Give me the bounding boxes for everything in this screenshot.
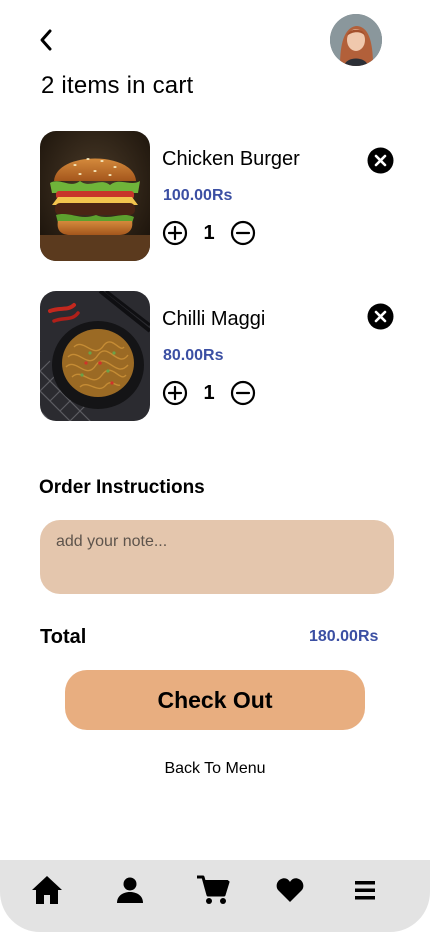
total-label: Total	[40, 626, 87, 648]
plus-circle-icon	[162, 220, 188, 246]
order-instructions-label: Order Instructions	[39, 477, 205, 498]
bottom-nav	[0, 860, 430, 932]
minus-circle-icon	[230, 380, 256, 406]
nav-cart[interactable]	[195, 872, 231, 908]
decrease-button[interactable]	[230, 380, 256, 406]
decrease-button[interactable]	[230, 220, 256, 246]
item-price: 80.00Rs	[163, 347, 224, 364]
menu-icon	[355, 881, 375, 900]
noodles-image	[40, 291, 150, 421]
checkout-button[interactable]: Check Out	[65, 670, 365, 730]
quantity-value: 1	[203, 381, 215, 404]
back-to-menu-link[interactable]: Back To Menu	[0, 760, 430, 778]
avatar[interactable]	[330, 14, 382, 66]
chevron-left-icon	[40, 29, 52, 51]
close-circle-icon	[367, 303, 394, 330]
quantity-value: 1	[203, 221, 215, 244]
cart-item: Chilli Maggi 80.00Rs 1	[40, 291, 400, 421]
order-note-input[interactable]	[40, 520, 394, 594]
remove-item-button[interactable]	[367, 147, 394, 174]
item-name: Chilli Maggi	[162, 308, 266, 330]
profile-icon	[117, 877, 143, 903]
cart-item: Chicken Burger 100.00Rs 1	[40, 131, 400, 261]
nav-home[interactable]	[29, 872, 65, 908]
user-avatar	[330, 14, 382, 66]
nav-profile[interactable]	[112, 872, 148, 908]
back-button[interactable]	[32, 26, 60, 54]
home-icon	[32, 876, 62, 904]
close-circle-icon	[367, 147, 394, 174]
cart-icon	[197, 875, 230, 904]
plus-circle-icon	[162, 380, 188, 406]
increase-button[interactable]	[162, 380, 188, 406]
nav-favorites[interactable]	[272, 872, 308, 908]
total-value: 180.00Rs	[309, 628, 379, 645]
item-name: Chicken Burger	[162, 148, 300, 170]
item-price: 100.00Rs	[163, 187, 233, 204]
remove-item-button[interactable]	[367, 303, 394, 330]
increase-button[interactable]	[162, 220, 188, 246]
nav-menu[interactable]	[347, 872, 383, 908]
minus-circle-icon	[230, 220, 256, 246]
quantity-stepper: 1	[162, 220, 256, 246]
quantity-stepper: 1	[162, 380, 256, 406]
cart-title: 2 items in cart	[41, 72, 194, 99]
burger-image	[40, 131, 150, 261]
favorites-icon	[276, 878, 304, 902]
